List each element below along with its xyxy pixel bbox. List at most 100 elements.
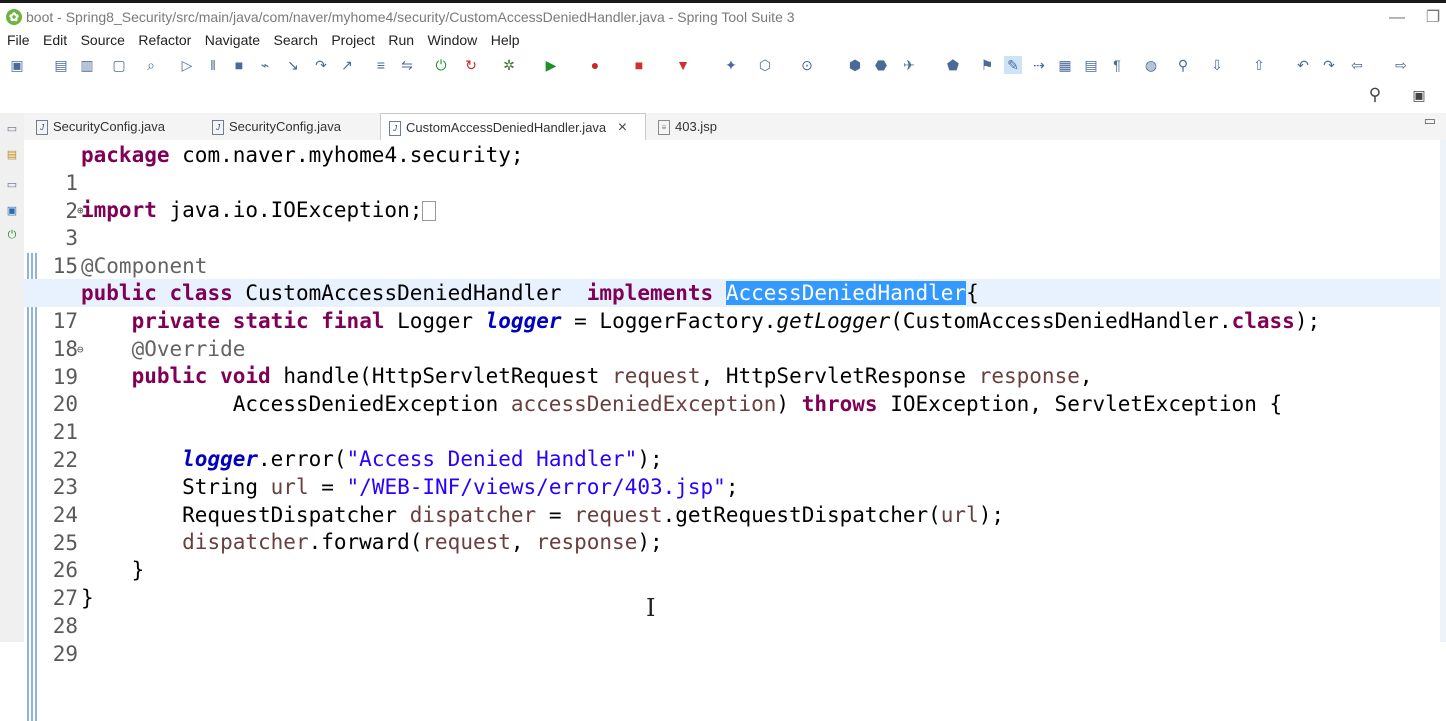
code-line-17: 17 public class CustomAccessDeniedHandle… [24,279,1446,333]
code-line-25: 25 RequestDispatcher dispatcher = reques… [24,501,1446,555]
menu-source[interactable]: Source [74,30,125,48]
toggle-mark-occurrences-icon[interactable]: ⚑ [978,56,996,74]
jsp-file-icon: ≡ [658,120,670,136]
next-annotation-icon[interactable]: ⇩ [1208,56,1226,74]
use-step-filters-icon[interactable]: ⇋ [398,56,416,74]
open-console-icon[interactable]: ⬟ [944,56,962,74]
restore-view-icon-2[interactable]: ▭ [4,177,20,193]
boot-dashboard-icon[interactable]: ⏻ [432,56,450,74]
pilcrow-icon[interactable]: ¶ [1108,56,1126,74]
search-icon[interactable]: ⚲ [1366,86,1384,104]
terminate-icon[interactable]: ■ [230,56,248,74]
title-bar: ✿ boot - Spring8_Security/src/main/java/… [0,0,1446,32]
code-line-2: 2 [24,169,1446,223]
globe-icon[interactable]: ◍ [1142,56,1160,74]
show-whitespace-icon[interactable]: ⇢ [1030,56,1048,74]
stop-icon[interactable]: ■ [630,56,648,74]
search-icon-toolbar[interactable]: ✈ [900,56,918,74]
open-type-icon[interactable]: ⬢ [846,56,864,74]
step-return-icon[interactable]: ↗ [338,56,356,74]
menu-navigate[interactable]: Navigate [198,30,260,48]
new-package-icon[interactable]: ⬡ [756,56,774,74]
line-number: 29 [52,642,78,666]
close-icon[interactable]: × [618,119,627,136]
back-icon[interactable]: ⇦ [1348,56,1366,74]
step-into-icon[interactable]: ↘ [284,56,302,74]
folded-imports-marker[interactable] [422,201,437,221]
coverage-icon[interactable]: ▼ [674,56,692,74]
code-line-28: 28 } [24,584,1446,638]
java-file-icon: J [389,121,401,137]
menu-bar: File Edit Source Refactor Navigate Searc… [0,30,1446,52]
minimize-button[interactable]: — [1377,7,1417,29]
terminal-icon[interactable]: ▢ [110,56,128,74]
debug-icon[interactable]: ✲ [500,56,518,74]
relaunch-icon[interactable]: ↻ [462,56,480,74]
spring-logo-icon: ✿ [6,9,22,25]
code-line-29: 29 [24,612,1446,666]
selected-text: AccessDeniedHandler [725,281,967,305]
drop-frame-icon[interactable]: ≡ [372,56,390,74]
code-line-3: 3 ⊕ import java.io.IOException; [24,196,1446,250]
java-file-icon: J [36,120,48,136]
suspend-icon[interactable]: ‖ [204,56,222,74]
tab-label: SecurityConfig.java [53,119,165,134]
toggle-word-wrap-icon[interactable]: ▤ [1082,56,1100,74]
search-references-icon[interactable]: ⚲ [1174,56,1192,74]
last-edit-icon[interactable]: ↶ [1294,56,1312,74]
package-explorer-icon[interactable]: ▤ [4,147,20,163]
forward-icon[interactable]: ⇨ [1392,56,1410,74]
left-trim-stack: ▭ ▤ ▭ ▣ ⏻ [0,113,24,642]
menu-window[interactable]: Window [420,30,477,48]
tab-securityconfig-2[interactable]: J SecurityConfig.java [204,113,374,140]
last-edit-forward-icon[interactable]: ↷ [1320,56,1338,74]
toggle-highlight-icon[interactable]: ✎ [1004,56,1022,74]
code-line-20: 20 public void handle(HttpServletRequest… [24,362,1446,416]
menu-edit[interactable]: Edit [36,30,67,48]
open-task-icon[interactable]: ⬣ [872,56,890,74]
boot-dashboard-view-icon[interactable]: ⏻ [4,227,20,243]
code-line-18: 18 private static final Logger logger = … [24,307,1446,361]
save-icon[interactable]: ▤ [52,56,70,74]
run-external-icon[interactable]: ● [586,56,604,74]
text-cursor-icon: I [646,594,656,622]
new-icon[interactable]: ▣ [8,56,26,74]
code-line-15: 15 [24,224,1446,278]
window-title: boot - Spring8_Security/src/main/java/co… [26,9,795,25]
code-line-16: 16 @Component [24,252,1446,306]
search-file-icon[interactable]: ⌕ [142,56,160,74]
menu-run[interactable]: Run [381,30,414,48]
previous-annotation-icon[interactable]: ⇧ [1250,56,1268,74]
menu-project[interactable]: Project [324,30,375,48]
menu-help[interactable]: Help [484,30,520,48]
overview-ruler[interactable] [1440,140,1446,642]
new-java-project-icon[interactable]: ✦ [722,56,740,74]
menu-search[interactable]: Search [267,30,318,48]
restore-view-icon[interactable]: ▭ [4,121,20,137]
disconnect-icon[interactable]: ⌁ [256,56,274,74]
code-line-21: 21 AccessDeniedException accessDeniedExc… [24,390,1446,444]
secondary-toolbar: ⚲ ▣ [0,82,1446,108]
editor-tab-bar: J SecurityConfig.java J SecurityConfig.jav… [24,113,1446,141]
step-over-icon[interactable]: ↷ [312,56,330,74]
save-all-icon[interactable]: ▥ [78,56,96,74]
code-line-1: 1 package com.naver.myhome4.security; [24,141,1446,195]
main-toolbar: ▣ ▤ ▥ ▢ ⌕ ▷ ‖ ■ ⌁ ↘ ↷ ↗ ≡ ⇋ ⏻ ↻ ✲ ▶ ● ■ … [0,52,1446,80]
resume-icon[interactable]: ▷ [178,56,196,74]
toggle-block-icon[interactable]: ▦ [1056,56,1074,74]
tab-label: CustomAccessDeniedHandler.java [406,120,607,135]
run-icon[interactable]: ▶ [542,56,560,74]
code-line-27: 27 } [24,556,1446,610]
tab-customaccessdeniedhandler[interactable]: J CustomAccessDeniedHandler.java × [380,113,646,140]
tab-securityconfig-1[interactable]: J SecurityConfig.java [28,113,198,140]
tab-403-jsp[interactable]: ≡ 403.jsp [650,113,740,140]
perspective-icon[interactable]: ▣ [1410,86,1428,104]
console-view-icon[interactable]: ▣ [4,203,20,219]
menu-refactor[interactable]: Refactor [131,30,191,48]
minimize-editor-icon[interactable]: ▭ [1424,113,1436,129]
menu-file[interactable]: File [0,30,30,48]
code-editor[interactable]: 1 package com.naver.myhome4.security; 2 … [24,140,1446,721]
new-class-icon[interactable]: ⊙ [798,56,816,74]
restore-button[interactable]: ❐ [1420,7,1446,29]
code-line-26: 26 dispatcher.forward(request, response)… [24,528,1446,582]
